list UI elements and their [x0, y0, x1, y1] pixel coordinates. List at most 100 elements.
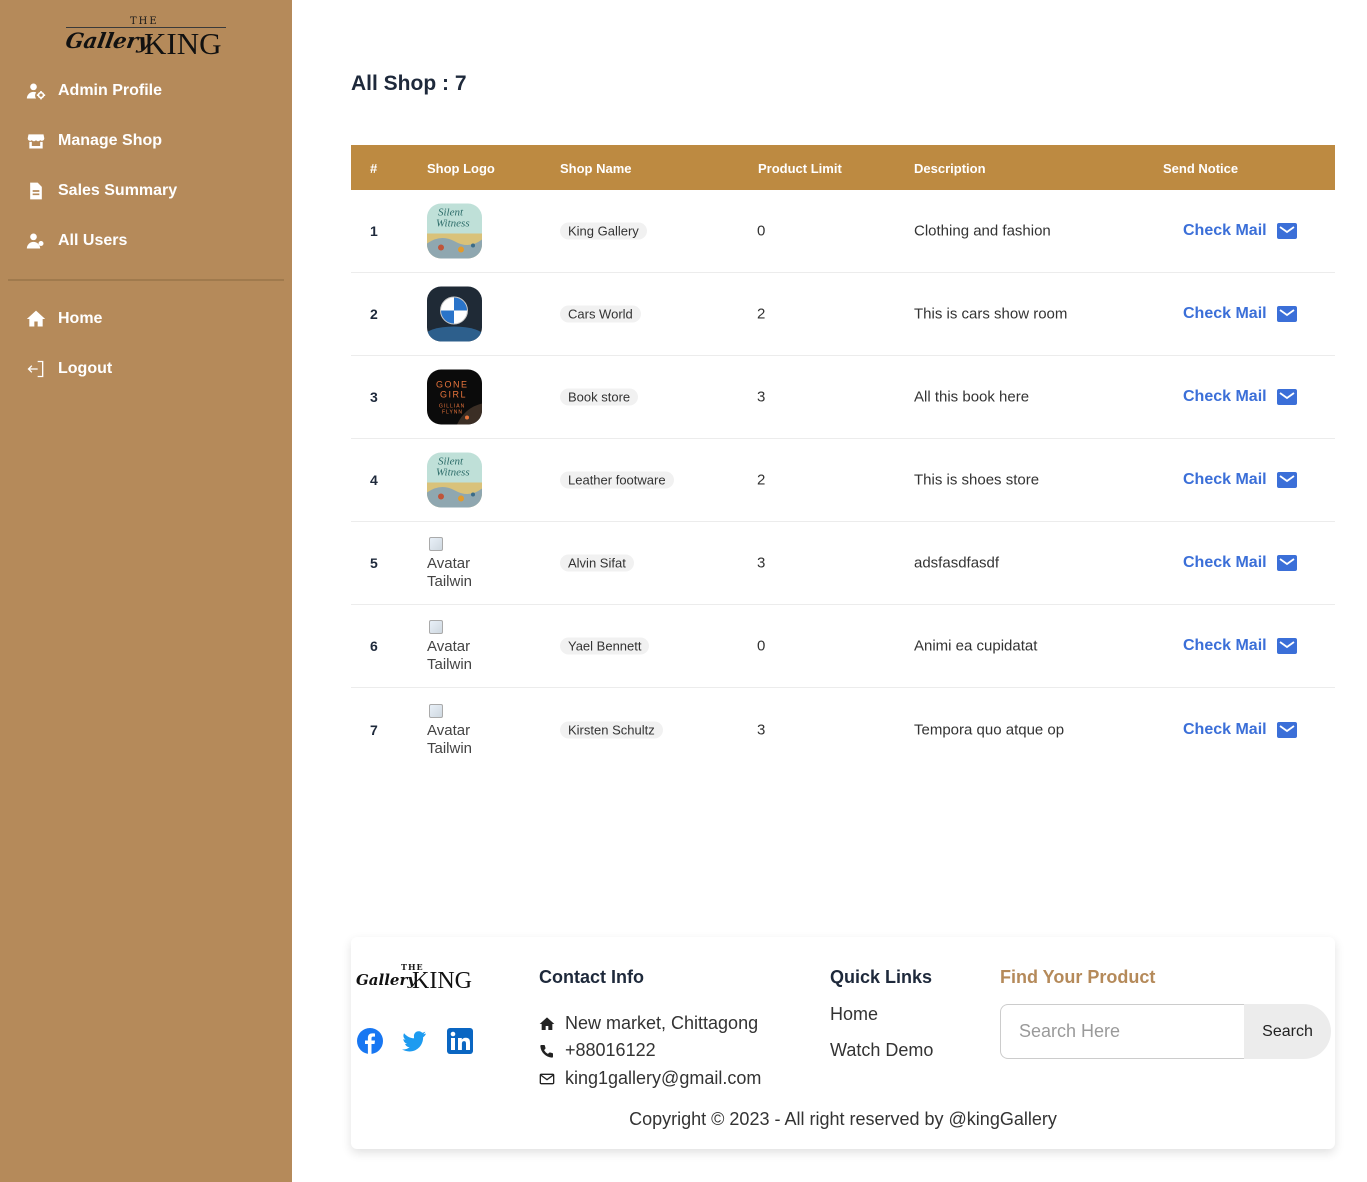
- broken-image-icon: [429, 537, 443, 551]
- quick-links-title: Quick Links: [830, 967, 933, 987]
- brand-logo[interactable]: THE Gallery KING: [63, 16, 228, 64]
- shop-name-badge: Alvin Sifat: [560, 554, 634, 572]
- quick-link-watch-demo[interactable]: Watch Demo: [830, 1040, 933, 1061]
- quick-link-home[interactable]: Home: [830, 1004, 878, 1025]
- contact-email: king1gallery@gmail.com: [539, 1068, 761, 1089]
- check-mail-label: Check Mail: [1183, 720, 1267, 738]
- envelope-icon: [1276, 555, 1297, 571]
- shop-description: adsfasdfasdf: [914, 554, 1000, 572]
- sidebar-item-admin-profile[interactable]: Admin Profile: [26, 81, 162, 101]
- row-index: 4: [370, 472, 378, 488]
- check-mail-button[interactable]: Check Mail: [1183, 637, 1297, 655]
- user-gear-icon: [26, 83, 46, 100]
- sidebar-item-logout[interactable]: Logout: [26, 359, 112, 379]
- phone-text: +88016122: [565, 1040, 656, 1060]
- sidebar-item-label: Admin Profile: [58, 82, 163, 99]
- shop-logo-broken-image: Avatar Tailwin: [427, 537, 482, 589]
- shop-description: Tempora quo atque op: [914, 721, 1065, 738]
- check-mail-label: Check Mail: [1183, 388, 1267, 405]
- shop-logo-alt: Avatar Tailwin: [427, 555, 473, 589]
- table-header: # Shop Logo Shop Name Product Limit Desc…: [351, 145, 1335, 190]
- store-icon: [27, 134, 45, 149]
- twitter-icon[interactable]: [400, 1027, 428, 1055]
- sidebar-divider: [8, 279, 284, 281]
- logout-icon: [27, 360, 44, 378]
- sidebar-item-label: Logout: [58, 360, 113, 377]
- column-header-shop-name: Shop Name: [560, 161, 632, 176]
- shop-description: This is shoes store: [914, 471, 1040, 489]
- row-index: 3: [370, 389, 378, 405]
- check-mail-button[interactable]: Check Mail: [1183, 471, 1297, 489]
- product-limit: 3: [757, 388, 766, 406]
- product-search: Search: [1000, 1004, 1331, 1059]
- brand-gallery: Gallery: [356, 971, 417, 989]
- envelope-icon: [1276, 389, 1297, 405]
- table-row: 5 Avatar Tailwin Alvin Sifat 3 adsfasdfa…: [351, 522, 1335, 605]
- row-index: 7: [370, 721, 378, 738]
- table-row: 4 Silent Witness Leather footware 2 This…: [351, 439, 1335, 522]
- check-mail-button[interactable]: Check Mail: [1183, 554, 1297, 572]
- linkedin-icon[interactable]: [446, 1027, 474, 1055]
- file-icon: [30, 182, 42, 200]
- footer: THE Gallery KING Contact Info New market…: [351, 937, 1335, 1149]
- brand-king: KING: [144, 26, 222, 61]
- envelope-icon: [1276, 638, 1297, 654]
- shop-logo-image: [427, 286, 482, 342]
- check-mail-label: Check Mail: [1183, 305, 1267, 322]
- search-input[interactable]: [1000, 1004, 1250, 1059]
- svg-text:FLYNN: FLYNN: [442, 410, 463, 416]
- shop-name-badge: Kirsten Schultz: [560, 721, 663, 738]
- address-text: New market, Chittagong: [565, 1013, 759, 1033]
- sidebar-item-all-users[interactable]: All Users: [26, 231, 127, 251]
- page-title: All Shop : 7: [351, 72, 467, 95]
- shop-logo-image: Silent Witness: [427, 452, 482, 508]
- shop-logo-broken-image: Avatar Tailwin: [427, 703, 482, 756]
- footer-brand-logo[interactable]: THE Gallery KING: [356, 962, 476, 998]
- mail-outline-icon: [539, 1073, 555, 1084]
- find-product-title: Find Your Product: [1000, 967, 1156, 987]
- check-mail-button[interactable]: Check Mail: [1183, 305, 1297, 323]
- table-row: 1 Silent Witness King Gallery 0 Clothing…: [351, 190, 1335, 273]
- product-limit: 2: [757, 305, 766, 323]
- product-limit: 0: [757, 222, 766, 240]
- shop-logo-alt: Avatar Tailwin: [427, 638, 473, 672]
- facebook-icon[interactable]: [356, 1027, 384, 1055]
- home-icon: [539, 1016, 555, 1030]
- row-index: 5: [370, 555, 378, 571]
- email-text: king1gallery@gmail.com: [565, 1068, 762, 1088]
- product-limit: 3: [757, 554, 766, 572]
- check-mail-button[interactable]: Check Mail: [1183, 388, 1297, 406]
- sidebar-item-label: Manage Shop: [58, 132, 163, 149]
- check-mail-button[interactable]: Check Mail: [1183, 222, 1297, 240]
- broken-image-icon: [429, 703, 443, 718]
- phone-icon: [540, 1044, 554, 1058]
- table-row: 6 Avatar Tailwin Yael Bennett 0 Animi ea…: [351, 605, 1335, 688]
- column-header-send-notice: Send Notice: [1163, 161, 1239, 176]
- shop-logo-image: GONE GIRL GILLIAN FLYNN: [427, 369, 482, 425]
- check-mail-label: Check Mail: [1183, 637, 1267, 654]
- column-header-product-limit: Product Limit: [758, 161, 842, 176]
- sidebar-item-sales-summary[interactable]: Sales Summary: [26, 181, 177, 201]
- home-icon: [26, 310, 46, 327]
- shop-logo-alt: Avatar Tailwin: [427, 721, 473, 756]
- sidebar-item-manage-shop[interactable]: Manage Shop: [26, 131, 162, 151]
- search-button[interactable]: Search: [1244, 1004, 1331, 1059]
- shop-description: All this book here: [914, 388, 1030, 406]
- check-mail-button[interactable]: Check Mail: [1183, 721, 1297, 739]
- envelope-icon: [1276, 721, 1297, 738]
- shop-name-badge: Book store: [560, 388, 639, 406]
- sidebar-item-label: Home: [58, 310, 103, 327]
- sidebar-item-home[interactable]: Home: [26, 309, 102, 329]
- column-header-description: Description: [914, 161, 986, 176]
- sidebar-item-label: All Users: [58, 232, 128, 249]
- svg-text:Witness: Witness: [436, 467, 470, 479]
- svg-text:Witness: Witness: [436, 218, 470, 230]
- sidebar: THE Gallery KING Admin Profile Manage Sh…: [0, 0, 292, 1182]
- product-limit: 2: [757, 471, 766, 489]
- shop-logo-broken-image: Avatar Tailwin: [427, 620, 482, 672]
- sidebar-item-label: Sales Summary: [58, 182, 178, 199]
- brand-gallery: Gallery: [63, 28, 153, 53]
- product-limit: 3: [757, 721, 766, 738]
- contact-phone: +88016122: [539, 1040, 656, 1061]
- svg-text:GIRL: GIRL: [440, 390, 467, 400]
